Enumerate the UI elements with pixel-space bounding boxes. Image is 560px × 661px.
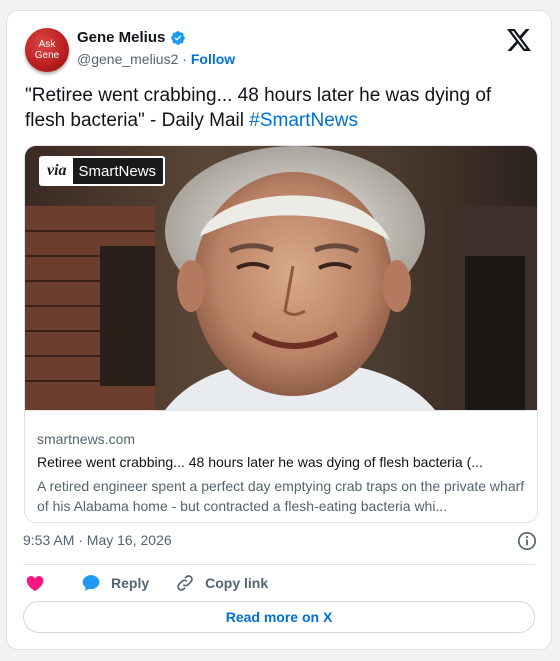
- author-name[interactable]: Gene Melius: [77, 29, 165, 46]
- reply-label: Reply: [111, 575, 150, 591]
- link-description: A retired engineer spent a perfect day e…: [37, 478, 525, 514]
- separator: ·: [178, 51, 191, 67]
- info-icon[interactable]: [517, 531, 537, 551]
- post-text: "Retiree went crabbing... 48 hours later…: [25, 83, 535, 133]
- reply-icon: [82, 575, 100, 591]
- action-bar: Reply Copy link: [25, 571, 294, 595]
- author-handle-row: @gene_melius2 · Follow: [77, 51, 235, 67]
- via-smartnews-badge: via SmartNews: [39, 156, 166, 186]
- copy-link-button[interactable]: Copy link: [175, 573, 268, 593]
- source-label: SmartNews: [78, 162, 157, 180]
- reply-button[interactable]: Reply: [81, 573, 149, 593]
- divider: [23, 564, 535, 565]
- link-info: smartnews.com Retiree went crabbing... 4…: [25, 410, 537, 522]
- copy-link-label: Copy link: [205, 575, 269, 591]
- avatar-text: Gene: [34, 50, 60, 61]
- avatar[interactable]: Ask Gene: [25, 28, 69, 72]
- read-more-button[interactable]: Read more on X: [23, 601, 535, 633]
- hashtag-link[interactable]: #SmartNews: [249, 110, 358, 131]
- link-title: Retiree went crabbing... 48 hours later …: [37, 454, 483, 470]
- post-timestamp[interactable]: 9:53 AM · May 16, 2026: [23, 532, 172, 548]
- follow-button[interactable]: Follow: [191, 51, 235, 67]
- link-preview-card[interactable]: via SmartNews smartnews.com Retiree went…: [24, 145, 538, 523]
- x-logo-icon[interactable]: [507, 29, 531, 51]
- avatar-text: Ask: [38, 39, 56, 50]
- link-domain: smartnews.com: [37, 431, 136, 447]
- verified-badge-icon: [171, 30, 186, 45]
- via-label: via: [41, 158, 73, 184]
- heart-icon: [26, 576, 44, 591]
- link-icon: [177, 575, 193, 591]
- like-button[interactable]: [25, 573, 55, 593]
- author-handle[interactable]: @gene_melius2: [77, 51, 178, 67]
- author-name-row: Gene Melius: [77, 29, 186, 46]
- embedded-post-card: Ask Gene Gene Melius @gene_melius2 · Fol…: [6, 10, 552, 650]
